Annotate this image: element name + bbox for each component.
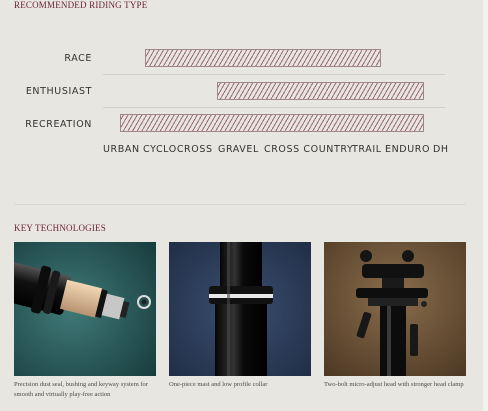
axis-label-enduro: ENDURO — [385, 144, 431, 155]
race-range-bar — [145, 49, 381, 67]
seatpost-collar-photo — [169, 242, 311, 376]
row-label-enthusiast: ENTHUSIAST — [25, 86, 92, 97]
axis-label-gravel: GRAVEL — [218, 144, 259, 155]
card-caption-collar: One-piece mast and low profile collar — [169, 381, 268, 388]
row-divider — [103, 74, 445, 75]
axis-label-dh: DH — [433, 144, 449, 155]
seatpost-head-clamp-photo — [324, 242, 466, 376]
card-caption-dust-seal: Precision dust seal, bushing and keyway … — [14, 381, 148, 398]
section-divider — [14, 204, 466, 205]
axis-label-trail: TRAIL — [352, 144, 382, 155]
axis-label-urban: URBAN — [103, 144, 140, 155]
key-technologies-heading: KEY TECHNOLOGIES — [14, 223, 106, 233]
card-caption-head-clamp: Two-bolt micro-adjust head with stronger… — [324, 381, 464, 388]
axis-label-cross-country: CROSS COUNTRY — [264, 144, 354, 155]
row-label-race: RACE — [64, 53, 92, 64]
axis-label-cyclocross: CYCLOCROSS — [143, 144, 213, 155]
recreation-range-bar — [120, 114, 424, 132]
enthusiast-range-bar — [217, 82, 424, 100]
row-divider — [103, 107, 445, 108]
row-label-recreation: RECREATION — [25, 119, 92, 130]
dropper-post-seal-photo — [14, 242, 156, 376]
riding-type-heading: RECOMMENDED RIDING TYPE — [14, 0, 148, 10]
scrollbar[interactable] — [483, 0, 488, 411]
